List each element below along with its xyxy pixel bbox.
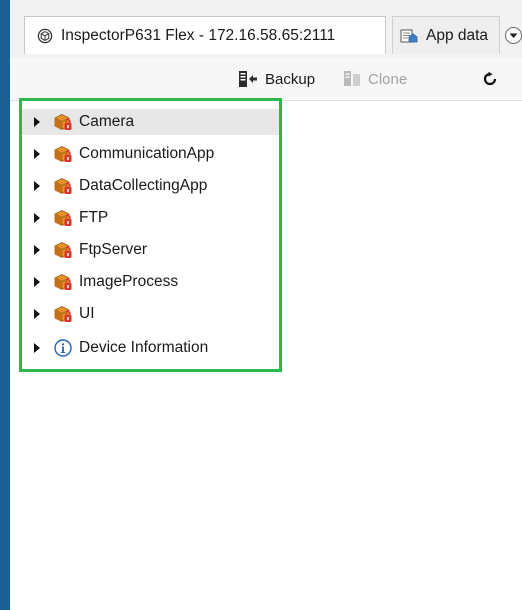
tab-strip: InspectorP631 Flex - 172.16.58.65:2111 A… [10, 0, 522, 58]
backup-label: Backup [265, 70, 316, 88]
tree-item-ftp[interactable]: FTP [22, 205, 279, 231]
expand-arrow-icon[interactable] [34, 245, 40, 255]
clone-label: Clone [368, 70, 408, 88]
tab-dropdown-button[interactable] [505, 27, 522, 44]
tree-item-communicationapp[interactable]: CommunicationApp [22, 141, 279, 167]
info-icon [53, 338, 73, 358]
expand-arrow-icon[interactable] [34, 213, 40, 223]
backup-icon [238, 70, 258, 88]
expand-arrow-icon[interactable] [34, 343, 40, 353]
tree-item-label: Camera [79, 113, 135, 130]
app-package-lock-icon [53, 304, 73, 324]
tab-device[interactable]: InspectorP631 Flex - 172.16.58.65:2111 [24, 16, 386, 54]
chevron-down-icon [509, 33, 518, 39]
clone-icon [343, 70, 361, 88]
expand-arrow-icon[interactable] [34, 181, 40, 191]
window-left-edge [0, 0, 10, 610]
app-package-lock-icon [53, 176, 73, 196]
app-package-lock-icon [53, 112, 73, 132]
app-package-lock-icon [53, 144, 73, 164]
tree-item-datacollectingapp[interactable]: DataCollectingApp [22, 173, 279, 199]
expand-arrow-icon[interactable] [34, 309, 40, 319]
toolbar: Backup Clone [10, 58, 522, 101]
expand-arrow-icon[interactable] [34, 117, 40, 127]
expand-arrow-icon[interactable] [34, 277, 40, 287]
tree-item-label: FTP [79, 209, 109, 226]
app-data-icon [400, 28, 418, 44]
tree-item-ui[interactable]: UI [22, 301, 279, 327]
tree-item-imageprocess[interactable]: ImageProcess [22, 269, 279, 295]
app-window: InspectorP631 Flex - 172.16.58.65:2111 A… [0, 0, 522, 610]
tree-item-label: CommunicationApp [79, 145, 215, 162]
tree-item-label: Device Information [79, 339, 209, 356]
tree-item-label: UI [79, 305, 95, 322]
expand-arrow-icon[interactable] [34, 149, 40, 159]
app-package-lock-icon [53, 208, 73, 228]
app-package-lock-icon [53, 272, 73, 292]
tree-item-label: DataCollectingApp [79, 177, 208, 194]
tab-device-label: InspectorP631 Flex - 172.16.58.65:2111 [61, 26, 336, 44]
app-package-lock-icon [53, 240, 73, 260]
tree-item-label: FtpServer [79, 241, 148, 258]
clone-button[interactable]: Clone [343, 68, 407, 90]
tree-item-ftpserver[interactable]: FtpServer [22, 237, 279, 263]
backup-button[interactable]: Backup [238, 68, 315, 90]
tree-item-device-information[interactable]: Device Information [22, 335, 279, 361]
app-tree: Camera CommunicationApp DataCollectingAp… [19, 98, 282, 372]
refresh-button[interactable] [482, 68, 498, 90]
tree-item-camera[interactable]: Camera [22, 109, 279, 135]
tree-item-label: ImageProcess [79, 273, 179, 290]
tab-app-data[interactable]: App data [392, 16, 500, 54]
tab-app-data-label: App data [426, 26, 489, 44]
refresh-icon [482, 71, 498, 87]
device-cube-icon [37, 28, 53, 44]
